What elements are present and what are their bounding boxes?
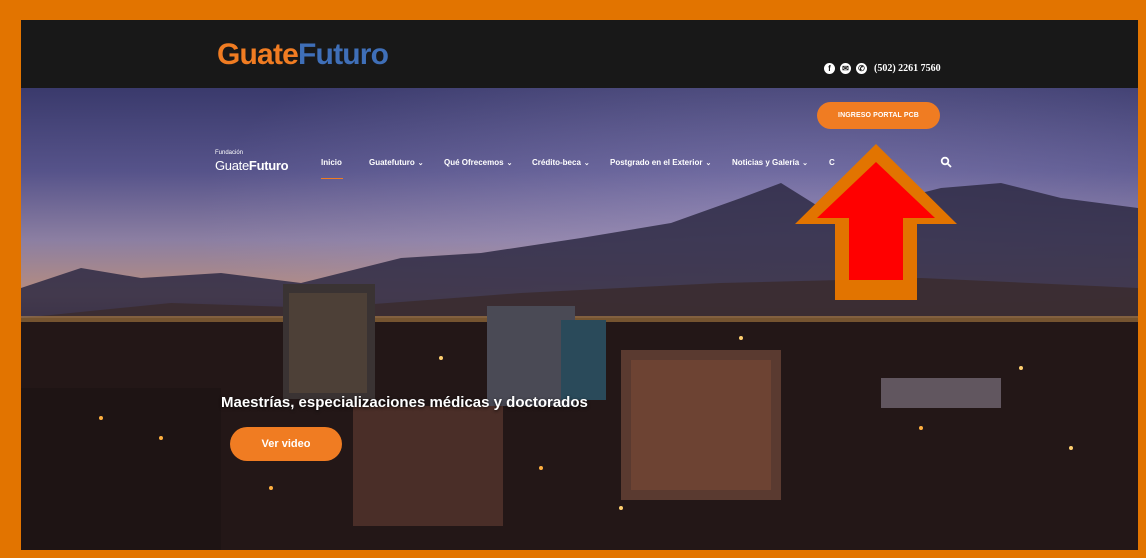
arrow-up-icon	[795, 144, 957, 300]
chevron-down-icon: ⌄	[583, 160, 590, 167]
nav-item-label: Postgrado en el Exterior	[610, 158, 703, 167]
nav-item-label: Guatefuturo	[369, 158, 415, 167]
nav-item-label: Qué Ofrecemos	[444, 158, 504, 167]
chevron-down-icon: ⌄	[705, 160, 712, 167]
nav-item-credito-beca[interactable]: Crédito-beca ⌄	[532, 158, 590, 167]
phone-number[interactable]: (502) 2261 7560	[874, 63, 941, 74]
site-logo[interactable]: GuateFuturo	[217, 38, 389, 72]
nav-item-label: Inicio	[321, 158, 342, 167]
phone-icon: ✆	[856, 63, 867, 74]
logo-part-guate: Guate	[217, 38, 299, 71]
nav-item-que-ofrecemos[interactable]: Qué Ofrecemos ⌄	[444, 158, 512, 167]
logo-fundacion-text: Fundación	[215, 150, 244, 156]
facebook-icon[interactable]: f	[824, 63, 835, 74]
email-icon[interactable]: ✉	[840, 63, 851, 74]
main-navigation: Fundación GuateFuturo Inicio Guatefuturo…	[21, 150, 1138, 180]
nav-item-guatefuturo[interactable]: Guatefuturo ⌄	[369, 158, 424, 167]
active-nav-indicator	[321, 178, 343, 179]
nav-item-label: Crédito-beca	[532, 158, 581, 167]
hero-headline: Maestrías, especializaciones médicas y d…	[221, 394, 588, 411]
chevron-down-icon: ⌄	[506, 160, 513, 167]
logo-futuro-text: Futuro	[248, 158, 289, 173]
portal-login-button[interactable]: INGRESO PORTAL PCB	[817, 102, 940, 129]
chevron-down-icon: ⌄	[417, 160, 424, 167]
hero-section: INGRESO PORTAL PCB Fundación GuateFuturo…	[21, 88, 1138, 550]
nav-item-label: Noticias y Galería	[732, 158, 800, 167]
top-bar: GuateFuturo f ✉ ✆ (502) 2261 7560	[21, 20, 1138, 88]
nav-item-inicio[interactable]: Inicio	[321, 158, 342, 167]
contact-bar: f ✉ ✆ (502) 2261 7560	[824, 63, 941, 74]
logo-part-futuro: Futuro	[298, 38, 389, 71]
nav-logo[interactable]: Fundación GuateFuturo	[215, 150, 289, 175]
nav-item-postgrado[interactable]: Postgrado en el Exterior ⌄	[610, 158, 711, 167]
watch-video-button[interactable]: Ver video	[230, 427, 342, 461]
browser-viewport: GuateFuturo f ✉ ✆ (502) 2261 7560 INGRES…	[21, 20, 1138, 550]
highlight-frame: GuateFuturo f ✉ ✆ (502) 2261 7560 INGRES…	[0, 0, 1146, 558]
logo-guate-text: Guate	[215, 158, 249, 173]
